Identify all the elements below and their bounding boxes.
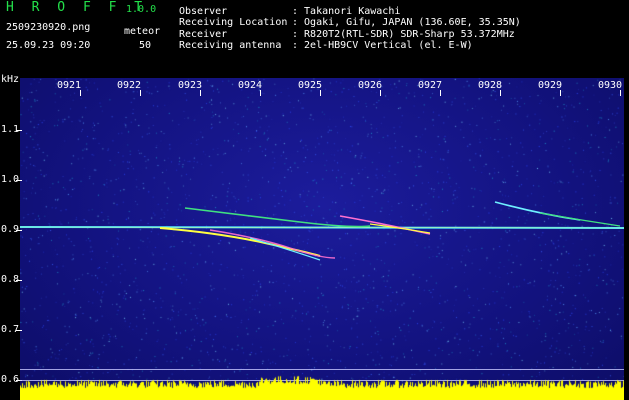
echo-trail xyxy=(249,237,321,261)
filename: 2509230920.png xyxy=(6,22,91,33)
x-tick-label: 0922 xyxy=(117,80,142,91)
y-tick xyxy=(16,330,22,331)
x-tick-label: 0921 xyxy=(57,80,82,91)
x-tick-label: 0925 xyxy=(298,80,323,91)
meteor-count: 50 xyxy=(139,40,152,51)
x-tick-label: 0923 xyxy=(178,80,203,91)
location-value: : Ogaki, Gifu, JAPAN (136.60E, 35.35N) xyxy=(292,17,521,28)
x-tick xyxy=(560,90,561,96)
x-tick xyxy=(200,90,201,96)
x-tick xyxy=(500,90,501,96)
receiver-label: Receiver xyxy=(179,29,228,40)
x-tick-label: 0929 xyxy=(538,80,563,91)
y-unit-label: kHz xyxy=(1,74,20,85)
signal-level-bars xyxy=(20,370,624,400)
observer-value: : Takanori Kawachi xyxy=(292,6,401,17)
x-tick xyxy=(140,90,141,96)
app-version: 1.0.0 xyxy=(126,4,157,15)
x-tick xyxy=(320,90,321,96)
echo-trail xyxy=(539,212,621,227)
meteor-echo-layer xyxy=(20,201,624,261)
x-tick xyxy=(380,90,381,96)
spectrogram-plot xyxy=(20,78,624,396)
x-tick-label: 0924 xyxy=(238,80,263,91)
y-tick xyxy=(16,130,22,131)
y-tick xyxy=(16,280,22,281)
x-tick xyxy=(260,90,261,96)
meteor-label: meteor xyxy=(124,26,161,37)
x-tick-label: 0926 xyxy=(358,80,383,91)
x-tick xyxy=(80,90,81,96)
observer-label: Observer xyxy=(179,6,228,17)
location-label: Receiving Location xyxy=(179,17,288,28)
antenna-value: : 2el-HB9CV Vertical (el. E-W) xyxy=(292,40,473,51)
antenna-label: Receiving antenna xyxy=(179,40,282,51)
x-tick xyxy=(440,90,441,96)
receiver-value: : R820T2(RTL-SDR) SDR-Sharp 53.372MHz xyxy=(292,29,515,40)
datetime: 25.09.23 09:20 xyxy=(6,40,91,51)
x-tick xyxy=(620,90,621,96)
y-tick xyxy=(16,180,22,181)
x-tick-label: 0927 xyxy=(418,80,443,91)
y-tick xyxy=(16,230,22,231)
x-tick-label: 0930 xyxy=(598,80,623,91)
x-tick-label: 0928 xyxy=(478,80,503,91)
spectrogram-window: H R O F F T 1.0.0 2509230920.png meteor … xyxy=(0,0,629,400)
echo-trail xyxy=(184,207,371,228)
